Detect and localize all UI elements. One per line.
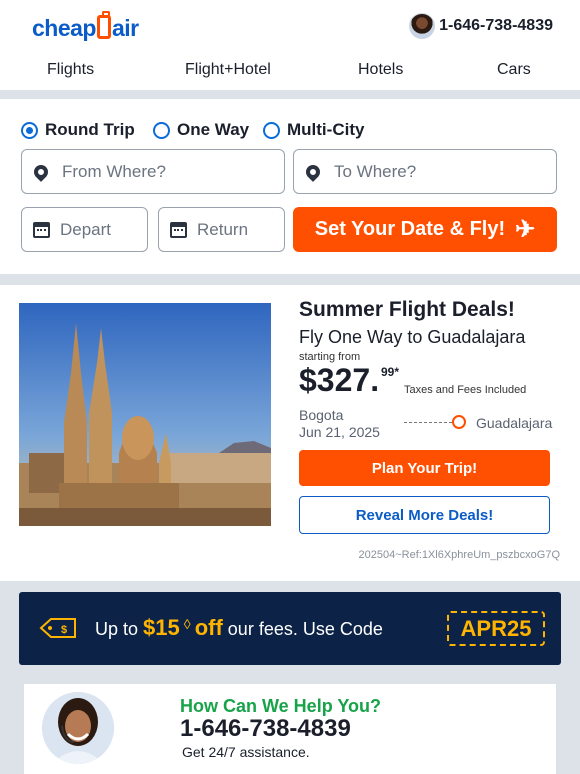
deal-price-cents: 99* [381, 365, 400, 379]
promo-suffix: our fees. Use Code [227, 619, 383, 639]
radio-icon [263, 121, 280, 139]
cheapoair-logo[interactable]: cheap air [32, 11, 139, 42]
site-header: cheap air 1-646-738-4839 Flights Flight+H… [0, 0, 580, 90]
promo-text: Up to $15 ◊ off our fees. Use Code [95, 615, 383, 641]
return-field[interactable] [158, 207, 285, 252]
return-input[interactable] [197, 219, 284, 240]
help-card: How Can We Help You? 1-646-738-4839 Get … [24, 684, 556, 774]
promo-diamond-icon: ◊ [183, 616, 191, 632]
to-field[interactable] [293, 149, 557, 194]
trip-type-label: One Way [177, 120, 250, 139]
location-pin-icon [303, 161, 323, 182]
logo-text-cheap: cheap [32, 15, 96, 41]
plan-your-trip-button[interactable]: Plan Your Trip! [299, 450, 550, 486]
nav-flights[interactable]: Flights [47, 61, 94, 79]
help-subtitle: Get 24/7 assistance. [182, 744, 310, 760]
taxes-note: Taxes and Fees Included [404, 384, 527, 396]
agent-avatar-icon [409, 13, 436, 39]
deal-title: Summer Flight Deals! [299, 298, 515, 321]
header-phone[interactable]: 1-646-738-4839 [409, 13, 553, 39]
deal-reference-code: 202504~Ref:1Xl6XphreUm_pszbcxoG7Q [358, 549, 560, 561]
deal-destination: Guadalajara [476, 415, 553, 431]
route-destination-dot-icon [452, 415, 466, 429]
calendar-icon [170, 221, 187, 238]
help-phone-number[interactable]: 1-646-738-4839 [180, 715, 351, 743]
promo-amount: $15 [143, 615, 180, 640]
from-field[interactable] [21, 149, 285, 194]
main-nav: Flights Flight+Hotel Hotels Cars [0, 58, 580, 84]
deal-subtitle: Fly One Way to Guadalajara [299, 327, 526, 347]
luggage-tag-icon [96, 11, 111, 39]
discount-tag-icon: $ [39, 618, 76, 638]
promo-off: off [194, 615, 223, 640]
help-title: How Can We Help You? [180, 696, 382, 716]
promo-banner[interactable]: $ Up to $15 ◊ off our fees. Use Code APR25 [19, 592, 561, 665]
search-flights-button[interactable]: Set Your Date & Fly! ✈ [293, 207, 557, 252]
header-phone-number: 1-646-738-4839 [439, 17, 553, 34]
depart-field[interactable] [21, 207, 148, 252]
location-pin-icon [31, 161, 51, 182]
from-input[interactable] [62, 161, 284, 182]
guadalajara-cathedral-image[interactable] [19, 303, 271, 526]
calendar-icon [33, 221, 50, 238]
search-flights-label: Set Your Date & Fly! [314, 218, 506, 240]
radio-selected-icon [21, 121, 38, 139]
nav-cars[interactable]: Cars [497, 61, 531, 79]
nav-flight-hotel[interactable]: Flight+Hotel [185, 61, 271, 79]
reveal-more-deals-button[interactable]: Reveal More Deals! [299, 496, 550, 534]
deal-date: Jun 21, 2025 [299, 424, 380, 440]
radio-icon [153, 121, 170, 139]
depart-input[interactable] [60, 219, 147, 240]
promo-code[interactable]: APR25 [447, 611, 545, 646]
route-dashed-line [404, 422, 452, 423]
deal-card: Summer Flight Deals! Fly One Way to Guad… [0, 285, 580, 581]
trip-type-round-trip[interactable]: Round Trip [21, 120, 135, 140]
trip-type-label: Multi-City [287, 120, 365, 139]
trip-type-label: Round Trip [45, 120, 135, 139]
logo-text-air: air [111, 15, 139, 41]
svg-text:$: $ [61, 624, 67, 636]
promo-prefix: Up to [95, 619, 139, 639]
nav-hotels[interactable]: Hotels [358, 61, 403, 79]
deal-origin: Bogota [299, 407, 344, 423]
trip-type-one-way[interactable]: One Way [153, 120, 249, 140]
support-agent-photo [42, 692, 114, 764]
deal-price: $327. [299, 362, 380, 398]
airplane-icon: ✈ [515, 215, 536, 243]
to-input[interactable] [334, 161, 556, 182]
trip-type-multi-city[interactable]: Multi-City [263, 120, 364, 140]
flight-search-form: Round Trip One Way Multi-City Set Your D… [0, 99, 580, 274]
